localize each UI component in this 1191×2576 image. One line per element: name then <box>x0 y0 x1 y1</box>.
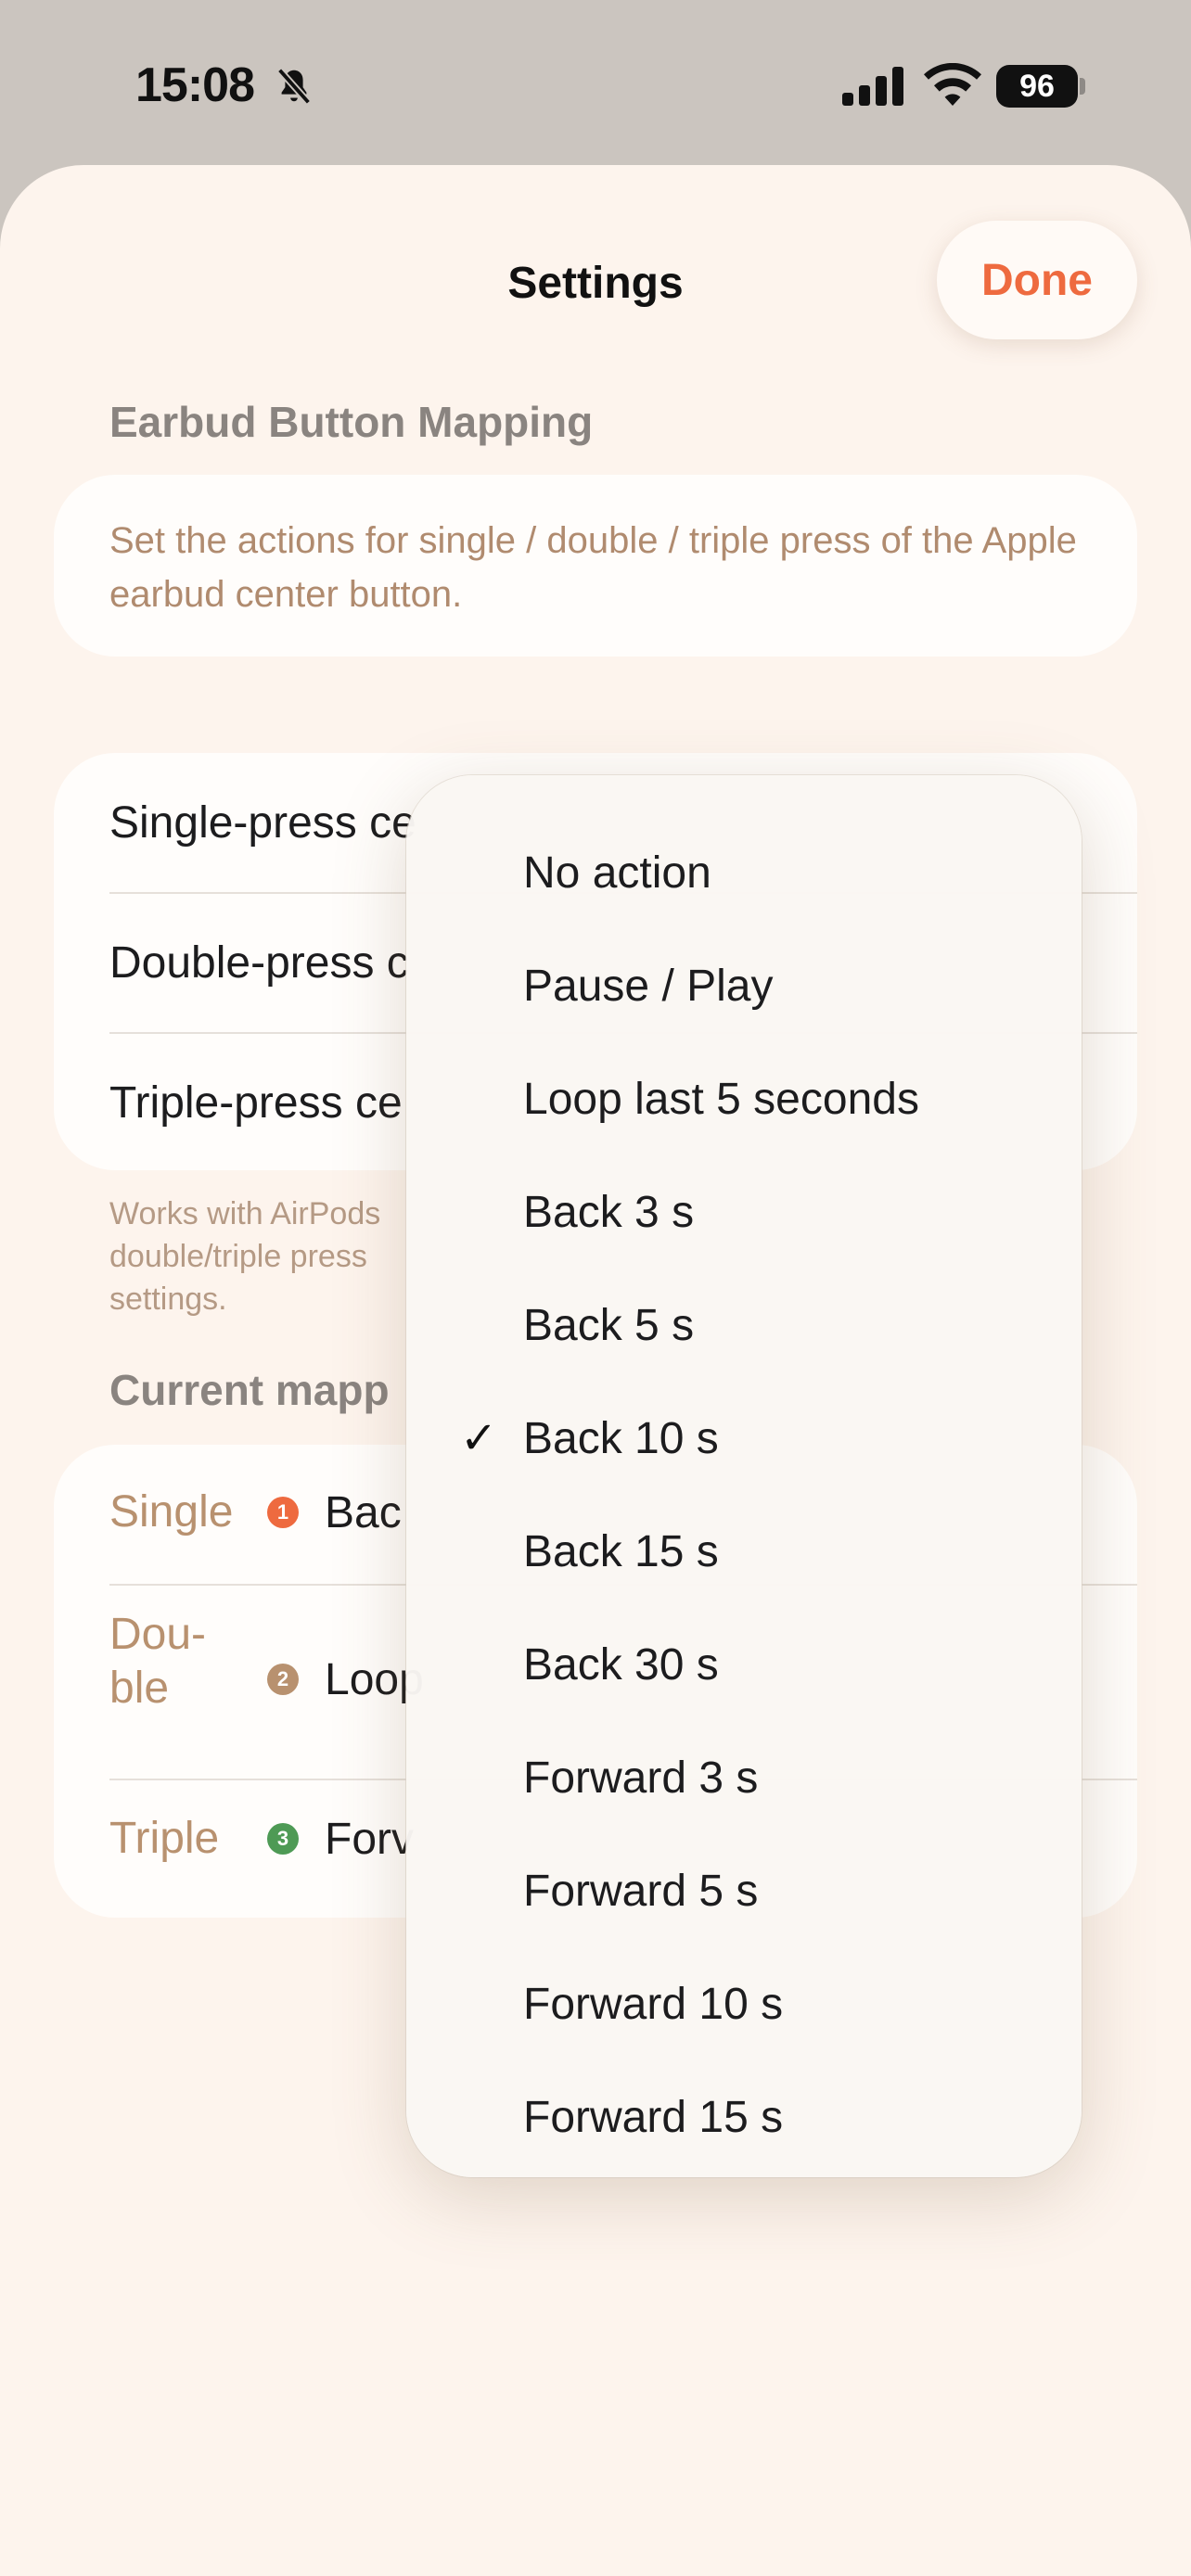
done-button[interactable]: Done <box>937 221 1137 339</box>
menu-item-loop-last-5[interactable]: Loop last 5 seconds <box>406 1042 1082 1155</box>
mapping-value-triple: Forv <box>325 1815 414 1864</box>
menu-item-back-15[interactable]: Back 15 s <box>406 1495 1082 1608</box>
earbud-mapping-info-card: Set the actions for single / double / tr… <box>54 475 1137 657</box>
earbud-mapping-header: Earbud Button Mapping <box>109 398 594 446</box>
cellular-signal-icon <box>842 67 903 106</box>
mapping-badge-single: 1 <box>267 1497 299 1528</box>
mapping-badge-triple: 3 <box>267 1823 299 1855</box>
menu-item-label: No action <box>523 848 711 898</box>
menu-item-label: Back 3 s <box>523 1187 695 1237</box>
menu-item-label: Loop last 5 seconds <box>523 1074 919 1124</box>
single-press-label: Single-press ce <box>109 797 416 848</box>
menu-item-label: Back 5 s <box>523 1300 695 1350</box>
menu-item-back-3[interactable]: Back 3 s <box>406 1155 1082 1269</box>
menu-item-label: Forward 3 s <box>523 1753 759 1803</box>
mapping-label-double: Dou- ble <box>109 1610 207 1713</box>
menu-item-label: Back 30 s <box>523 1639 719 1690</box>
menu-item-back-10[interactable]: ✓ Back 10 s <box>406 1382 1082 1495</box>
bell-slash-icon <box>276 68 312 105</box>
triple-press-label: Triple-press ce <box>109 1078 403 1128</box>
mapping-badge-double: 2 <box>267 1664 299 1695</box>
menu-item-label: Forward 15 s <box>523 2092 784 2142</box>
status-bar: 15:08 96 <box>0 0 1191 167</box>
double-press-label: Double-press c <box>109 937 409 988</box>
wifi-icon <box>924 63 981 106</box>
menu-item-back-30[interactable]: Back 30 s <box>406 1608 1082 1721</box>
earbud-mapping-info: Set the actions for single / double / tr… <box>109 520 1077 615</box>
battery-nub <box>1080 78 1085 95</box>
menu-item-label: Back 10 s <box>523 1413 719 1463</box>
current-mapping-header: Current mapp <box>109 1366 390 1414</box>
mapping-value-single: Bac <box>325 1488 402 1537</box>
menu-item-label: Forward 10 s <box>523 1979 784 2029</box>
action-dropdown-menu: No action Pause / Play Loop last 5 secon… <box>406 775 1082 2177</box>
menu-item-back-5[interactable]: Back 5 s <box>406 1269 1082 1382</box>
menu-item-pause-play[interactable]: Pause / Play <box>406 929 1082 1042</box>
mapping-label-triple: Triple <box>109 1814 220 1863</box>
mapping-label-single: Single <box>109 1487 234 1537</box>
menu-item-no-action[interactable]: No action <box>406 816 1082 929</box>
menu-item-forward-5[interactable]: Forward 5 s <box>406 1834 1082 1947</box>
checkmark-icon: ✓ <box>460 1414 498 1463</box>
battery-indicator: 96 <box>996 65 1078 108</box>
menu-item-forward-15[interactable]: Forward 15 s <box>406 2060 1082 2174</box>
menu-item-label: Pause / Play <box>523 961 774 1011</box>
menu-item-forward-3[interactable]: Forward 3 s <box>406 1721 1082 1834</box>
menu-item-label: Forward 5 s <box>523 1866 759 1916</box>
menu-item-label: Back 15 s <box>523 1526 719 1576</box>
menu-item-forward-10[interactable]: Forward 10 s <box>406 1947 1082 2060</box>
status-time: 15:08 <box>135 58 255 112</box>
